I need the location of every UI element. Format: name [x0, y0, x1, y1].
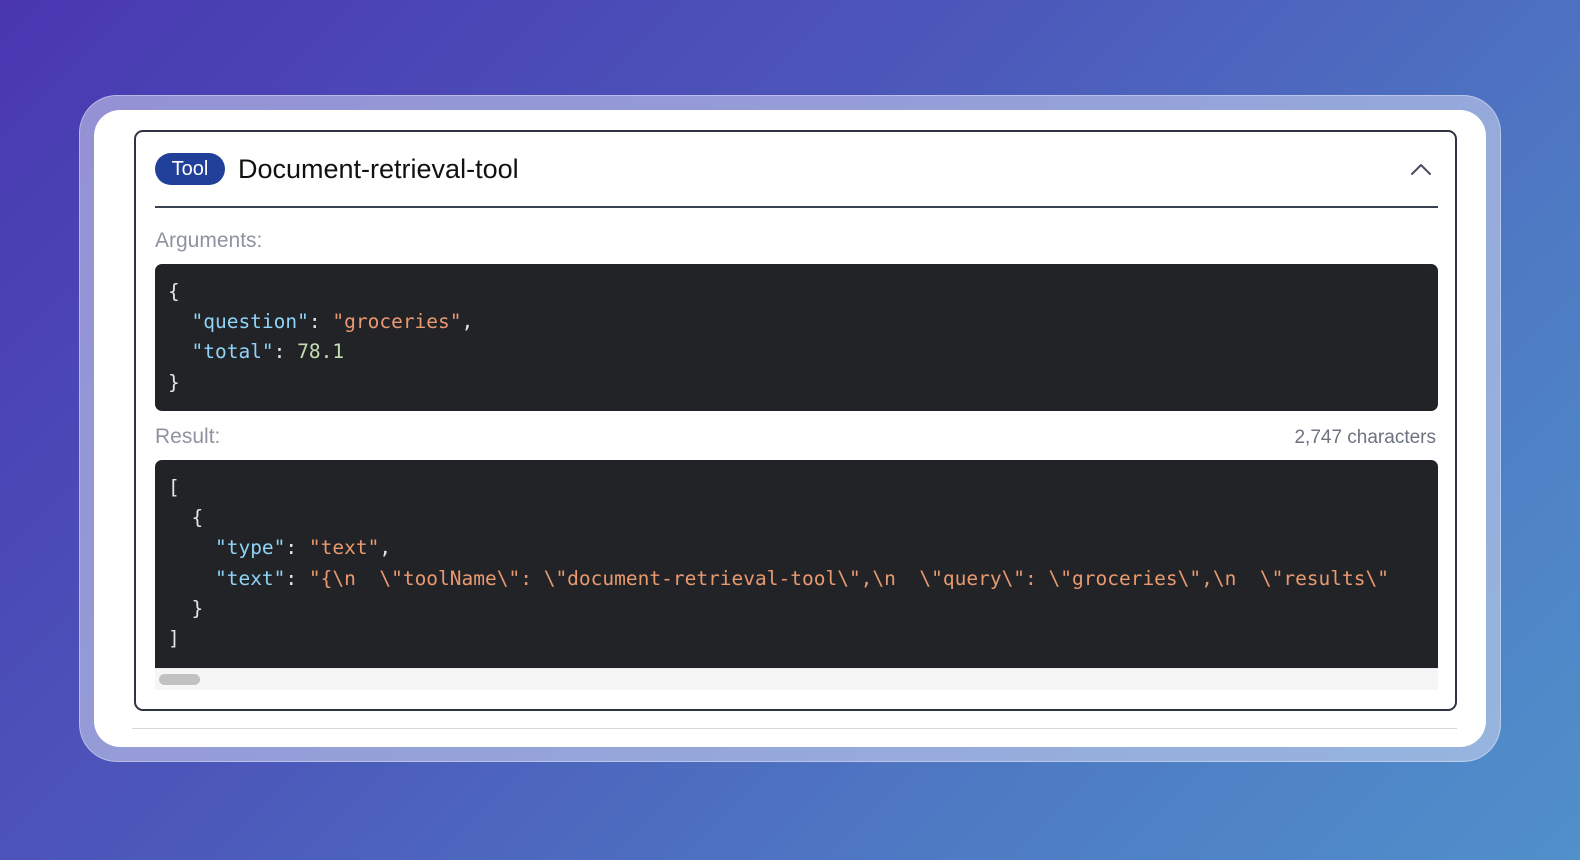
arg-value-total: 78.1 [297, 340, 345, 364]
result-code-block[interactable]: [ { "type": "text", "text": "{\n \"toolN… [155, 460, 1438, 668]
code-open-brace: { [168, 280, 180, 303]
result-key-text: "text" [214, 566, 286, 590]
tool-call-header[interactable]: Tool Document-retrieval-tool [155, 132, 1438, 208]
code-close-brace: } [168, 370, 180, 394]
result-value-type: "text" [308, 536, 380, 560]
tool-call-card: Tool Document-retrieval-tool Arguments: … [94, 110, 1486, 747]
arg-key-total: "total" [191, 340, 274, 364]
result-char-count: 2,747 characters [1294, 427, 1436, 448]
result-value-text: "{\n \"toolName\": \"document-retrieval-… [308, 566, 1389, 590]
arguments-code-block: { "question": "groceries", "total": 78.1… [155, 264, 1438, 411]
arguments-label: Arguments: [155, 229, 263, 252]
result-key-type: "type" [214, 536, 286, 560]
divider [132, 728, 1457, 729]
chevron-up-icon[interactable] [1406, 154, 1436, 184]
arg-value-question: "groceries" [332, 310, 462, 334]
horizontal-scrollbar[interactable] [155, 668, 1438, 690]
result-label: Result: [155, 425, 221, 448]
tool-badge: Tool [155, 153, 225, 185]
arg-key-question: "question" [191, 310, 309, 334]
scrollbar-thumb[interactable] [159, 674, 200, 685]
tool-call-panel: Tool Document-retrieval-tool Arguments: … [134, 130, 1457, 711]
tool-name: Document-retrieval-tool [238, 154, 519, 184]
